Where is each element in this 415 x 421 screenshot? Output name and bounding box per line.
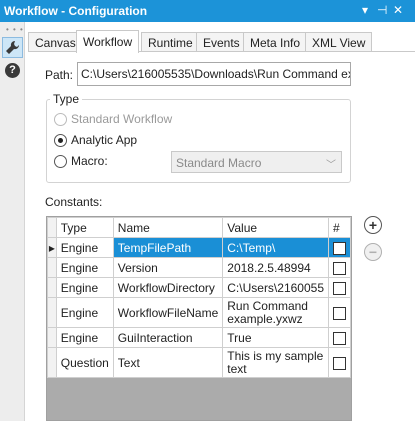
tab-xml-view[interactable]: XML View bbox=[305, 32, 373, 52]
tab-workflow[interactable]: Workflow bbox=[76, 30, 140, 53]
column-header-type[interactable]: Type bbox=[55, 217, 114, 238]
standard-workflow-radio[interactable] bbox=[54, 113, 67, 126]
row-header-corner bbox=[47, 217, 57, 238]
cell-value[interactable]: True bbox=[222, 327, 329, 348]
macro-type-value: Standard Macro bbox=[176, 156, 262, 170]
cell-value[interactable]: C:\Temp\ bbox=[222, 237, 329, 258]
table-row[interactable]: Engine WorkflowDirectory C:\Users\216005… bbox=[47, 277, 351, 298]
cell-value[interactable]: Run Command example.yxwz bbox=[222, 297, 329, 328]
cell-hash[interactable] bbox=[328, 327, 351, 348]
number-checkbox[interactable] bbox=[333, 261, 346, 275]
cell-type[interactable]: Engine bbox=[55, 297, 114, 328]
analytic-app-radio[interactable] bbox=[54, 134, 67, 147]
cell-type[interactable]: Engine bbox=[55, 257, 114, 278]
tab-events[interactable]: Events bbox=[196, 32, 247, 52]
cell-hash[interactable] bbox=[328, 257, 351, 278]
table-row[interactable]: Engine Version 2018.2.5.48994 bbox=[47, 257, 351, 278]
type-group-label: Type bbox=[50, 92, 83, 106]
cell-type[interactable]: Engine bbox=[55, 237, 114, 258]
row-header[interactable] bbox=[47, 277, 57, 298]
column-header-value[interactable]: Value bbox=[222, 217, 329, 238]
constants-grid: Type Name Value # ▸ Engine TempFilePath … bbox=[46, 216, 352, 421]
dropdown-icon[interactable]: ▾ bbox=[362, 3, 368, 17]
analytic-app-label: Analytic App bbox=[71, 133, 138, 147]
cell-name[interactable]: WorkflowDirectory bbox=[112, 277, 224, 298]
cell-value[interactable]: This is my sample text bbox=[222, 347, 329, 378]
row-header[interactable] bbox=[47, 297, 57, 328]
cell-hash[interactable] bbox=[328, 297, 351, 328]
table-header-row: Type Name Value # bbox=[47, 217, 351, 238]
cell-hash[interactable] bbox=[328, 347, 351, 378]
table-row[interactable]: ▸ Engine TempFilePath C:\Temp\ bbox=[47, 237, 351, 258]
table-row[interactable]: Engine WorkflowFileName Run Command exam… bbox=[47, 297, 351, 328]
cell-hash[interactable] bbox=[328, 237, 351, 258]
cell-name[interactable]: WorkflowFileName bbox=[112, 297, 224, 328]
column-header-name[interactable]: Name bbox=[112, 217, 224, 238]
path-field[interactable]: C:\Users\216005535\Downloads\Run Command… bbox=[77, 62, 351, 86]
constants-label: Constants: bbox=[45, 195, 103, 209]
help-icon[interactable]: ? bbox=[5, 63, 20, 78]
number-checkbox[interactable] bbox=[333, 356, 346, 370]
row-header[interactable] bbox=[47, 327, 57, 348]
cell-value[interactable]: 2018.2.5.48994 bbox=[222, 257, 329, 278]
table-row[interactable]: Question Text This is my sample text bbox=[47, 347, 351, 378]
cell-value[interactable]: C:\Users\2160055 bbox=[222, 277, 329, 298]
cell-type[interactable]: Engine bbox=[55, 327, 114, 348]
macro-label: Macro: bbox=[71, 154, 108, 168]
number-checkbox[interactable] bbox=[333, 331, 346, 345]
close-icon[interactable]: ✕ bbox=[393, 3, 403, 17]
row-selector-arrow-icon[interactable]: ▸ bbox=[47, 237, 57, 258]
constants-table: Type Name Value # ▸ Engine TempFilePath … bbox=[47, 217, 351, 378]
row-header[interactable] bbox=[47, 257, 57, 278]
column-header-hash[interactable]: # bbox=[328, 217, 351, 238]
cell-type[interactable]: Engine bbox=[55, 277, 114, 298]
plus-circle-icon[interactable]: + bbox=[364, 216, 382, 234]
cell-name[interactable]: Version bbox=[112, 257, 224, 278]
row-header[interactable] bbox=[47, 347, 57, 378]
standard-workflow-label: Standard Workflow bbox=[71, 112, 173, 126]
minus-circle-icon[interactable]: − bbox=[364, 243, 382, 261]
pin-icon[interactable]: ⊣ bbox=[377, 3, 387, 17]
grip-icon: • • • bbox=[6, 25, 24, 34]
path-label: Path: bbox=[45, 68, 74, 82]
window-title: Workflow - Configuration bbox=[4, 4, 148, 18]
macro-type-select[interactable]: Standard Macro ﹀ bbox=[171, 151, 342, 173]
wrench-icon[interactable] bbox=[2, 37, 23, 58]
tab-meta-info[interactable]: Meta Info bbox=[243, 32, 308, 52]
cell-name[interactable]: TempFilePath bbox=[112, 237, 224, 258]
title-bar: Workflow - Configuration ▾ ⊣ ✕ bbox=[0, 0, 415, 22]
left-toolbar: • • • ? bbox=[0, 22, 25, 421]
cell-hash[interactable] bbox=[328, 277, 351, 298]
number-checkbox[interactable] bbox=[333, 241, 346, 255]
cell-name[interactable]: GuiInteraction bbox=[112, 327, 224, 348]
table-row[interactable]: Engine GuiInteraction True bbox=[47, 327, 351, 348]
chevron-down-icon: ﹀ bbox=[326, 160, 336, 171]
tab-runtime[interactable]: Runtime bbox=[141, 32, 200, 52]
cell-type[interactable]: Question bbox=[55, 347, 114, 378]
tab-canvas[interactable]: Canvas bbox=[28, 32, 83, 52]
macro-radio[interactable] bbox=[54, 155, 67, 168]
number-checkbox[interactable] bbox=[333, 306, 346, 320]
number-checkbox[interactable] bbox=[333, 281, 346, 295]
cell-name[interactable]: Text bbox=[112, 347, 224, 378]
